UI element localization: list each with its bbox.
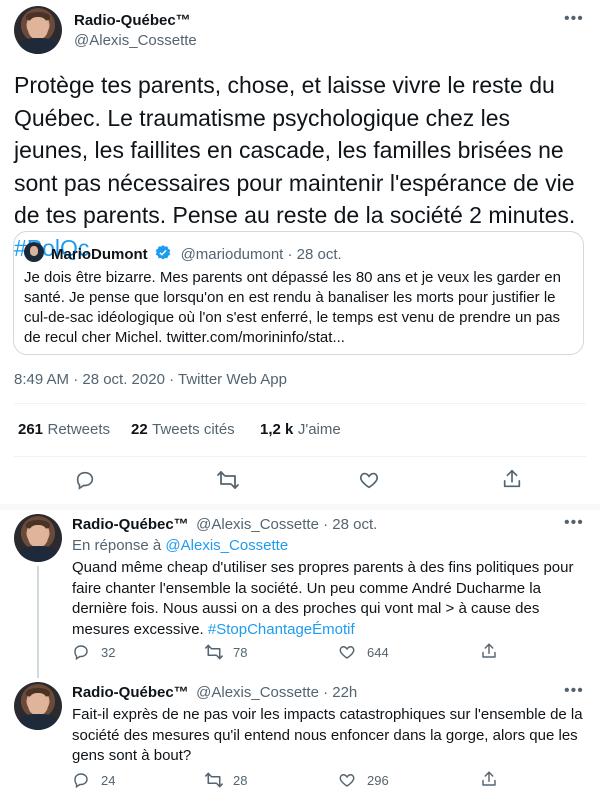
reply-author-name[interactable]: Radio-Québec™ <box>72 516 189 533</box>
quoted-avatar <box>24 242 44 262</box>
more-options-icon[interactable]: ••• <box>564 682 584 700</box>
retweet-count: 28 <box>233 773 248 788</box>
tweet-body: Protège tes parents, chose, et laisse vi… <box>14 72 576 228</box>
like-icon[interactable] <box>358 469 380 491</box>
retweets-stat[interactable]: 261 Retweets <box>18 421 110 439</box>
like-icon[interactable] <box>338 771 356 789</box>
reply-author-name[interactable]: Radio-Québec™ <box>72 684 189 701</box>
reply-count: 32 <box>101 645 116 660</box>
divider <box>14 403 586 404</box>
retweet-icon[interactable] <box>204 771 224 789</box>
reply-count: 24 <box>101 773 116 788</box>
reply-icon[interactable] <box>74 469 96 491</box>
divider <box>14 456 586 457</box>
quoted-author-name: MarioDumont <box>51 246 148 263</box>
share-icon[interactable] <box>480 642 498 660</box>
retweet-icon[interactable] <box>216 469 240 491</box>
tweet-timestamp[interactable]: 8:49 AM · 28 oct. 2020 · Twitter Web App <box>14 371 287 388</box>
reply-icon[interactable] <box>72 771 90 789</box>
reply-to-line: En réponse à @Alexis_Cossette <box>72 537 289 554</box>
like-count: 644 <box>367 645 389 660</box>
reply-avatar[interactable] <box>14 682 62 730</box>
quoted-tweet[interactable]: MarioDumont @mariodumont · 28 oct. Je do… <box>13 231 584 355</box>
author-avatar[interactable] <box>14 6 62 54</box>
reply-to-handle-link[interactable]: @Alexis_Cossette <box>165 537 288 554</box>
like-icon[interactable] <box>338 643 356 661</box>
author-name[interactable]: Radio-Québec™ <box>74 12 191 29</box>
share-icon[interactable] <box>501 468 523 490</box>
more-options-icon[interactable]: ••• <box>564 10 584 28</box>
more-options-icon[interactable]: ••• <box>564 514 584 532</box>
divider <box>0 504 600 510</box>
likes-stat[interactable]: 1,2 k J'aime <box>260 421 341 439</box>
quoted-handle-date: @mariodumont · 28 oct. <box>180 246 342 263</box>
author-handle[interactable]: @Alexis_Cossette <box>74 32 197 49</box>
quote-tweets-stat[interactable]: 22 Tweets cités <box>131 421 235 439</box>
retweet-icon[interactable] <box>204 643 224 661</box>
verified-badge-icon <box>154 244 172 267</box>
hashtag-link[interactable]: #StopChantageÉmotif <box>208 621 355 638</box>
quoted-text: Je dois être bizarre. Mes parents ont dé… <box>24 269 561 346</box>
reply-avatar[interactable] <box>14 514 62 562</box>
share-icon[interactable] <box>480 770 498 788</box>
reply-text: Fait-il exprès de ne pas voir les impact… <box>72 706 583 764</box>
reply-handle-date[interactable]: @Alexis_Cossette · 22h <box>196 684 357 701</box>
reply-handle-date[interactable]: @Alexis_Cossette · 28 oct. <box>196 516 377 533</box>
reply-icon[interactable] <box>72 643 90 661</box>
thread-line <box>37 566 39 678</box>
reply-text: Quand même cheap d'utiliser ses propres … <box>72 559 574 638</box>
like-count: 296 <box>367 773 389 788</box>
retweet-count: 78 <box>233 645 248 660</box>
